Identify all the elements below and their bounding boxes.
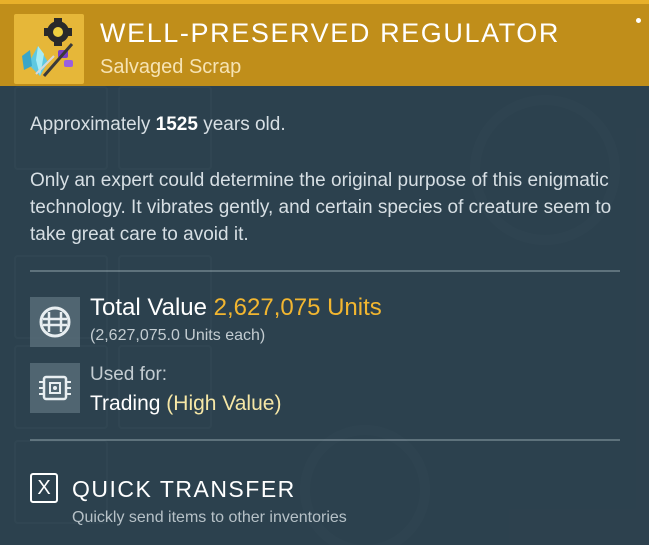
unit-value-each: (2,627,075.0 Units each) bbox=[90, 327, 266, 344]
item-title: WELL-PRESERVED REGULATOR bbox=[100, 18, 561, 48]
item-category: Salvaged Scrap bbox=[100, 56, 242, 78]
total-value-label: Total Value bbox=[90, 294, 207, 321]
tooltip-header: WELL-PRESERVED REGULATOR Salvaged Scrap bbox=[0, 0, 649, 86]
header-dot-icon bbox=[636, 18, 641, 23]
regulator-item-icon bbox=[14, 14, 84, 84]
usage-qualifier: (High Value) bbox=[166, 392, 282, 415]
trading-chip-icon bbox=[30, 363, 80, 413]
divider bbox=[30, 270, 620, 272]
usage-type: Trading bbox=[90, 392, 161, 415]
used-for-value: Trading (High Value) bbox=[90, 392, 281, 416]
used-for-label: Used for: bbox=[90, 364, 168, 385]
item-age: Approximately 1525 years old. bbox=[30, 114, 286, 136]
total-value: Total Value 2,627,075 Units bbox=[90, 294, 382, 322]
quick-transfer-description: Quickly send items to other inventories bbox=[72, 509, 347, 526]
age-suffix: years old. bbox=[203, 114, 286, 135]
units-currency-icon bbox=[30, 297, 80, 347]
item-description: Only an expert could determine the origi… bbox=[30, 170, 612, 245]
quick-transfer-title[interactable]: QUICK TRANSFER bbox=[72, 476, 296, 503]
quick-transfer-key[interactable]: X bbox=[30, 473, 58, 503]
age-years: 1525 bbox=[155, 114, 198, 135]
total-value-amount: 2,627,075 Units bbox=[213, 294, 382, 321]
age-prefix: Approximately bbox=[30, 114, 151, 135]
divider bbox=[30, 439, 620, 441]
item-tooltip: WELL-PRESERVED REGULATOR Salvaged Scrap … bbox=[0, 0, 649, 545]
